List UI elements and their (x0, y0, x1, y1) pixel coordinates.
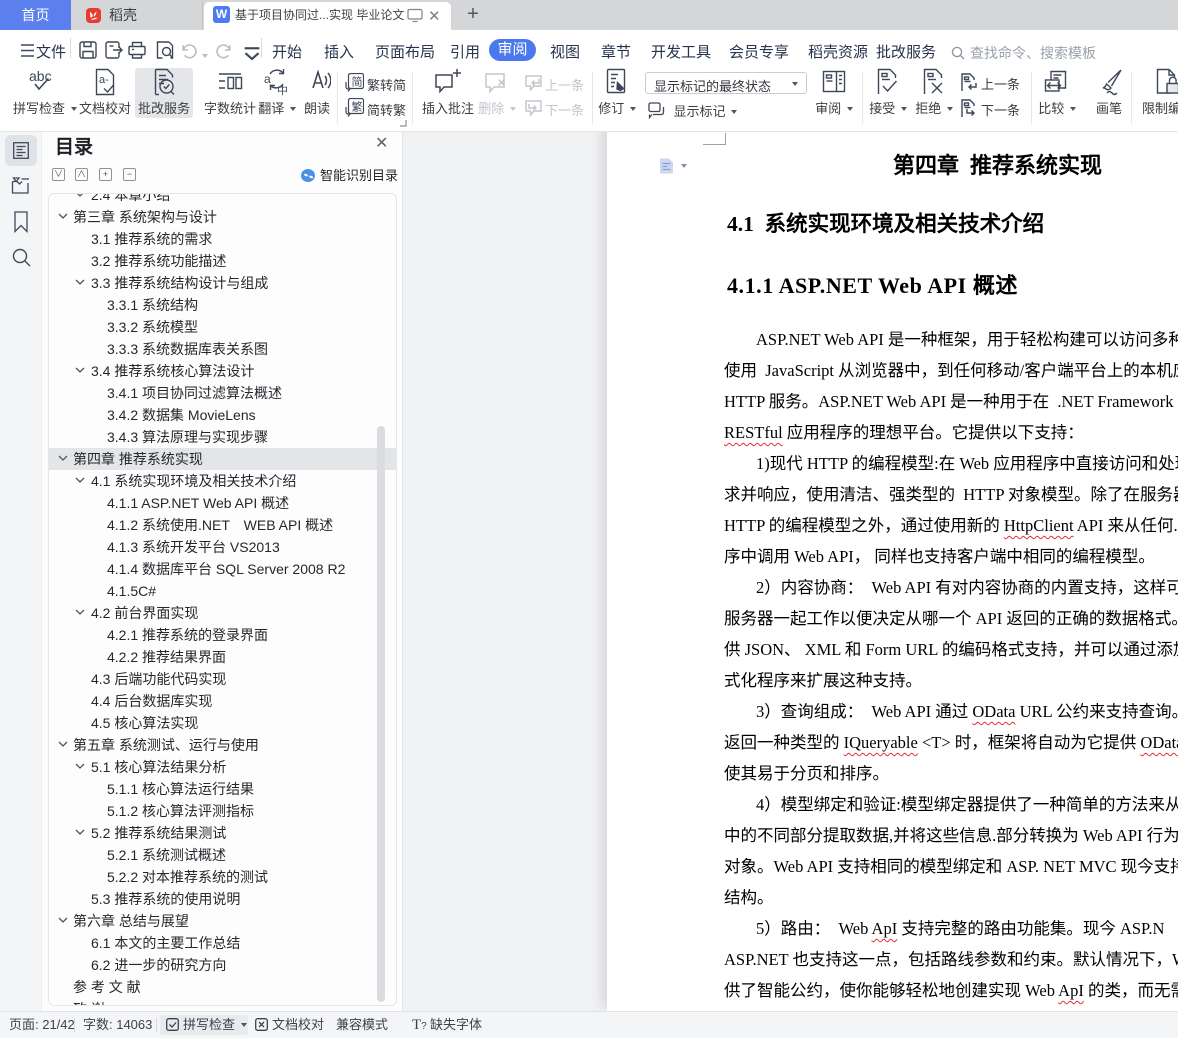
svg-text:a-: a- (99, 74, 109, 86)
svg-text:简: 简 (352, 75, 363, 89)
svg-text:中: 中 (277, 84, 288, 96)
svg-text:abc: abc (29, 68, 52, 84)
svg-text:繁: 繁 (352, 100, 363, 114)
svg-text:a: a (264, 72, 271, 86)
